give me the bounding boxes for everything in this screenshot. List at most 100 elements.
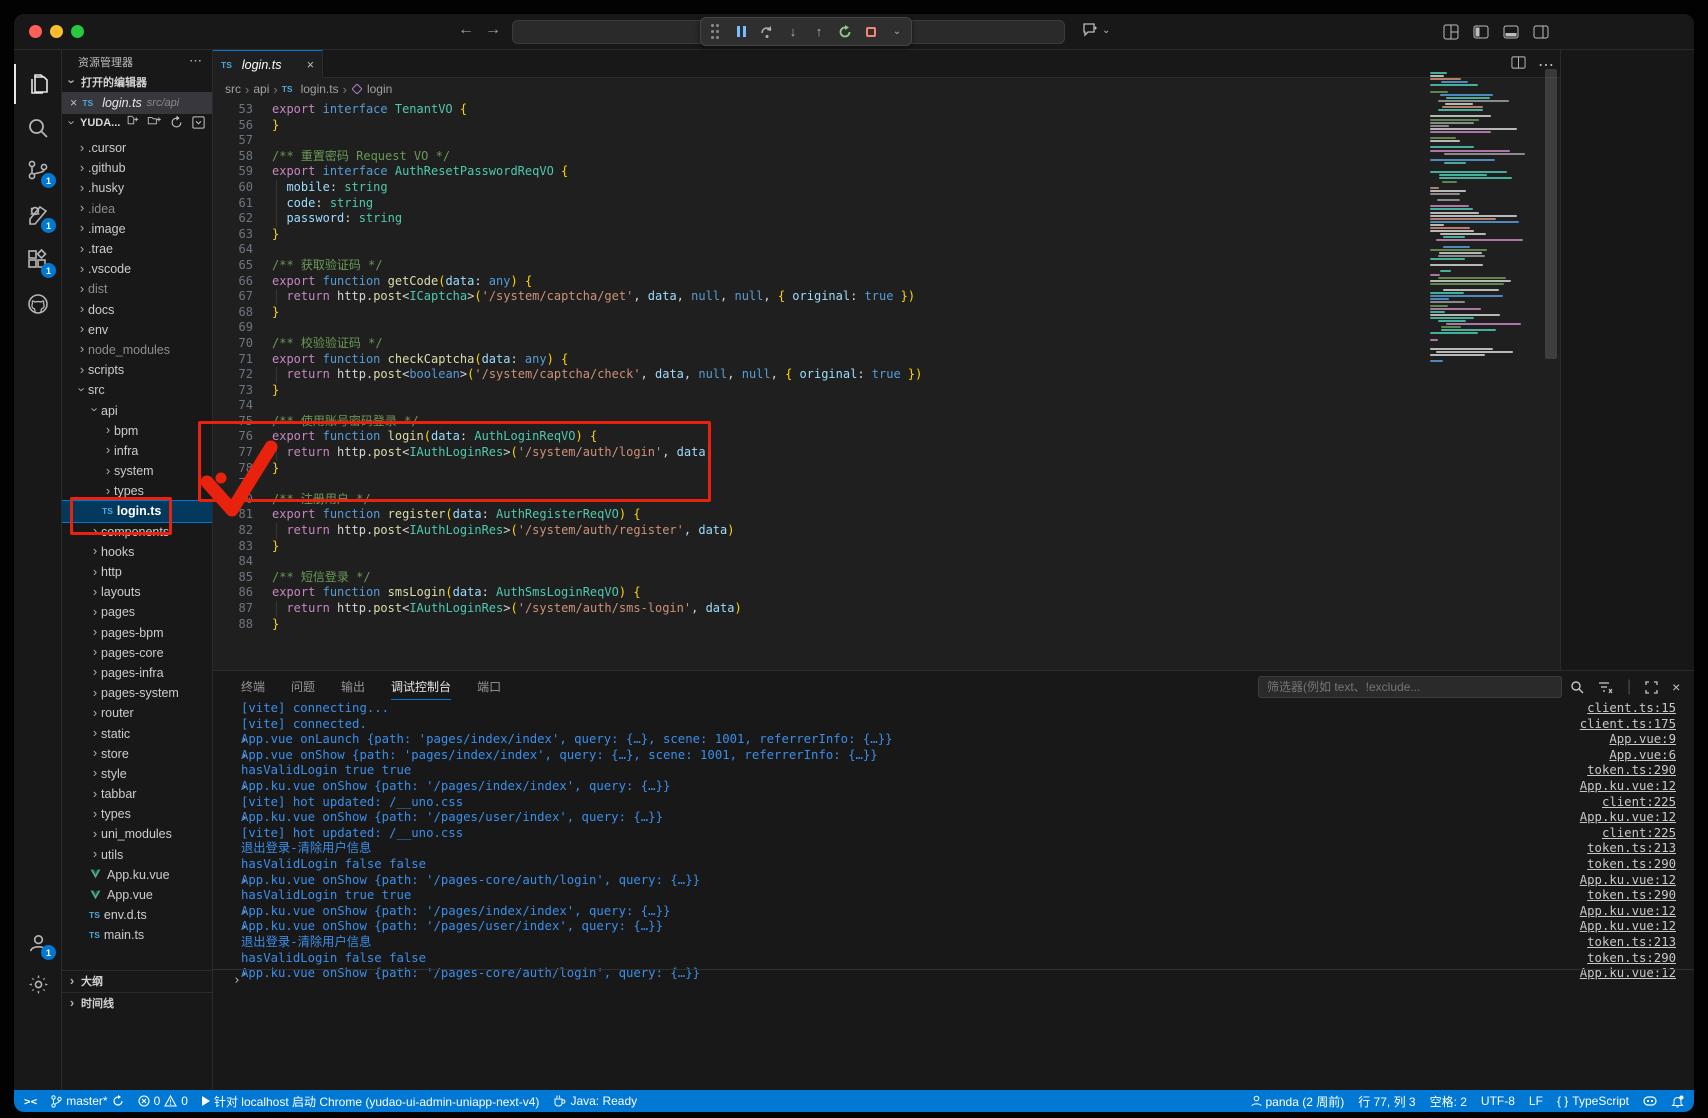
expand-chevron-icon[interactable]: › <box>213 732 241 748</box>
tree-item-env[interactable]: ›env <box>62 320 212 340</box>
outline-section[interactable]: › 大纲 <box>62 970 212 992</box>
tree-item-api[interactable]: ›api <box>62 400 212 420</box>
pause-icon[interactable] <box>733 24 749 40</box>
indentation-status[interactable]: 空格: 2 <box>1430 1093 1467 1110</box>
remote-indicator[interactable]: >< <box>24 1095 37 1108</box>
tree-item-hooks[interactable]: ›hooks <box>62 542 212 562</box>
activity-item-search[interactable] <box>14 108 62 148</box>
source-link[interactable]: App.ku.vue:12 <box>1580 810 1676 826</box>
close-panel-icon[interactable]: × <box>1672 679 1680 695</box>
source-link[interactable]: client:225 <box>1602 795 1676 811</box>
tree-item-pages-infra[interactable]: ›pages-infra <box>62 663 212 683</box>
activity-item-accounts[interactable]: 1 <box>14 922 62 962</box>
tree-item-store[interactable]: ›store <box>62 744 212 764</box>
new-file-icon[interactable] <box>125 115 140 130</box>
git-blame-status[interactable]: panda (2 周前) <box>1251 1093 1345 1110</box>
java-status[interactable]: Java: Ready <box>553 1094 637 1108</box>
expand-chevron-icon[interactable]: › <box>213 919 241 935</box>
source-link[interactable]: client:225 <box>1602 826 1676 842</box>
step-into-icon[interactable]: ↓ <box>785 24 801 40</box>
minimap[interactable] <box>1428 72 1544 632</box>
tree-item--husky[interactable]: ›.husky <box>62 178 212 198</box>
stop-icon[interactable] <box>863 24 879 40</box>
copilot-status-icon[interactable] <box>1643 1095 1657 1107</box>
source-link[interactable]: token.ts:213 <box>1587 841 1676 857</box>
panel-tab-问题[interactable]: 问题 <box>291 678 315 695</box>
panel-tab-终端[interactable]: 终端 <box>241 678 265 695</box>
new-folder-icon[interactable] <box>147 115 162 130</box>
tab-login-ts[interactable]: TS login.ts × <box>213 50 323 78</box>
tree-item-system[interactable]: ›system <box>62 461 212 481</box>
expand-chevron-icon[interactable]: › <box>213 904 241 920</box>
copilot-chat-button[interactable]: ⌄ <box>1082 22 1110 38</box>
tree-item-src[interactable]: ›src <box>62 380 212 400</box>
filter-icon[interactable] <box>1598 681 1613 694</box>
console-filter-input[interactable] <box>1258 676 1562 698</box>
workspace-section-header[interactable]: › YUDA... <box>62 112 212 134</box>
activity-item-settings[interactable] <box>14 964 62 1004</box>
tree-item-pages[interactable]: ›pages <box>62 602 212 622</box>
tree-item-pages-bpm[interactable]: ›pages-bpm <box>62 623 212 643</box>
minimize-window-button[interactable] <box>50 25 63 38</box>
source-link[interactable]: client.ts:175 <box>1580 717 1676 733</box>
tree-item--image[interactable]: ›.image <box>62 219 212 239</box>
toggle-primary-sidebar-icon[interactable] <box>1471 22 1491 42</box>
source-link[interactable]: client.ts:15 <box>1587 701 1676 717</box>
notifications-bell-icon[interactable] <box>1671 1095 1684 1108</box>
customize-layout-icon[interactable] <box>1441 22 1461 42</box>
code-area[interactable]: 53export interface TenantVO {56}5758/** … <box>213 102 1428 668</box>
step-out-icon[interactable]: ↑ <box>811 24 827 40</box>
activity-item-explorer[interactable] <box>14 64 62 104</box>
git-branch-status[interactable]: master* <box>51 1094 123 1108</box>
tree-item-scripts[interactable]: ›scripts <box>62 360 212 380</box>
timeline-section[interactable]: › 时间线 <box>62 992 212 1014</box>
tree-item-app-vue[interactable]: App.vue <box>62 885 212 905</box>
maximize-panel-icon[interactable] <box>1645 681 1658 694</box>
tree-item-static[interactable]: ›static <box>62 723 212 743</box>
expand-chevron-icon[interactable]: › <box>213 873 241 889</box>
tree-item-pages-system[interactable]: ›pages-system <box>62 683 212 703</box>
tree-item-uni-modules[interactable]: ›uni_modules <box>62 824 212 844</box>
search-icon[interactable] <box>1570 680 1584 694</box>
explorer-more-actions-icon[interactable]: ⋯ <box>189 53 202 69</box>
activity-item-source-control[interactable]: 1 <box>14 150 62 190</box>
source-link[interactable]: token.ts:290 <box>1587 951 1676 967</box>
debug-config-chevron-icon[interactable]: ⌄ <box>889 24 905 40</box>
tree-item-env-d-ts[interactable]: TSenv.d.ts <box>62 905 212 925</box>
tree-item--idea[interactable]: ›.idea <box>62 199 212 219</box>
tree-item-bpm[interactable]: ›bpm <box>62 421 212 441</box>
drag-handle-icon[interactable] <box>707 24 723 40</box>
tree-item-tabbar[interactable]: ›tabbar <box>62 784 212 804</box>
breadcrumb-item-src[interactable]: src <box>225 82 241 96</box>
activity-item-github[interactable] <box>14 284 62 324</box>
language-mode-status[interactable]: { } TypeScript <box>1557 1094 1629 1108</box>
source-link[interactable]: token.ts:213 <box>1587 935 1676 951</box>
tree-item--cursor[interactable]: ›.cursor <box>62 138 212 158</box>
breadcrumb-item-login[interactable]: login <box>351 82 392 96</box>
step-over-icon[interactable] <box>759 24 775 40</box>
panel-tab-输出[interactable]: 输出 <box>341 678 365 695</box>
encoding-status[interactable]: UTF-8 <box>1481 1094 1515 1108</box>
zoom-window-button[interactable] <box>71 25 84 38</box>
tree-item-router[interactable]: ›router <box>62 703 212 723</box>
cursor-position-status[interactable]: 行 77, 列 3 <box>1358 1093 1415 1110</box>
tree-item-http[interactable]: ›http <box>62 562 212 582</box>
activity-item-run-debug[interactable]: 1 <box>14 195 62 235</box>
panel-tab-调试控制台[interactable]: 调试控制台 <box>391 678 451 700</box>
source-link[interactable]: App.ku.vue:12 <box>1580 779 1676 795</box>
tree-item-dist[interactable]: ›dist <box>62 279 212 299</box>
expand-chevron-icon[interactable]: › <box>213 810 241 826</box>
source-link[interactable]: App.ku.vue:12 <box>1580 904 1676 920</box>
breadcrumb-item-login-ts[interactable]: TSlogin.ts <box>282 82 339 96</box>
activity-item-extensions[interactable]: 1 <box>14 240 62 280</box>
source-link[interactable]: App.vue:6 <box>1609 748 1676 764</box>
source-link[interactable]: App.vue:9 <box>1609 732 1676 748</box>
expand-chevron-icon[interactable]: › <box>213 748 241 764</box>
toggle-panel-icon[interactable] <box>1501 22 1521 42</box>
close-icon[interactable]: × <box>70 96 77 110</box>
console-input-prompt[interactable]: › <box>233 973 241 988</box>
tree-item-pages-core[interactable]: ›pages-core <box>62 643 212 663</box>
restart-icon[interactable] <box>837 24 853 40</box>
tree-item--github[interactable]: ›.github <box>62 158 212 178</box>
go-back-button[interactable]: ← <box>455 21 477 39</box>
